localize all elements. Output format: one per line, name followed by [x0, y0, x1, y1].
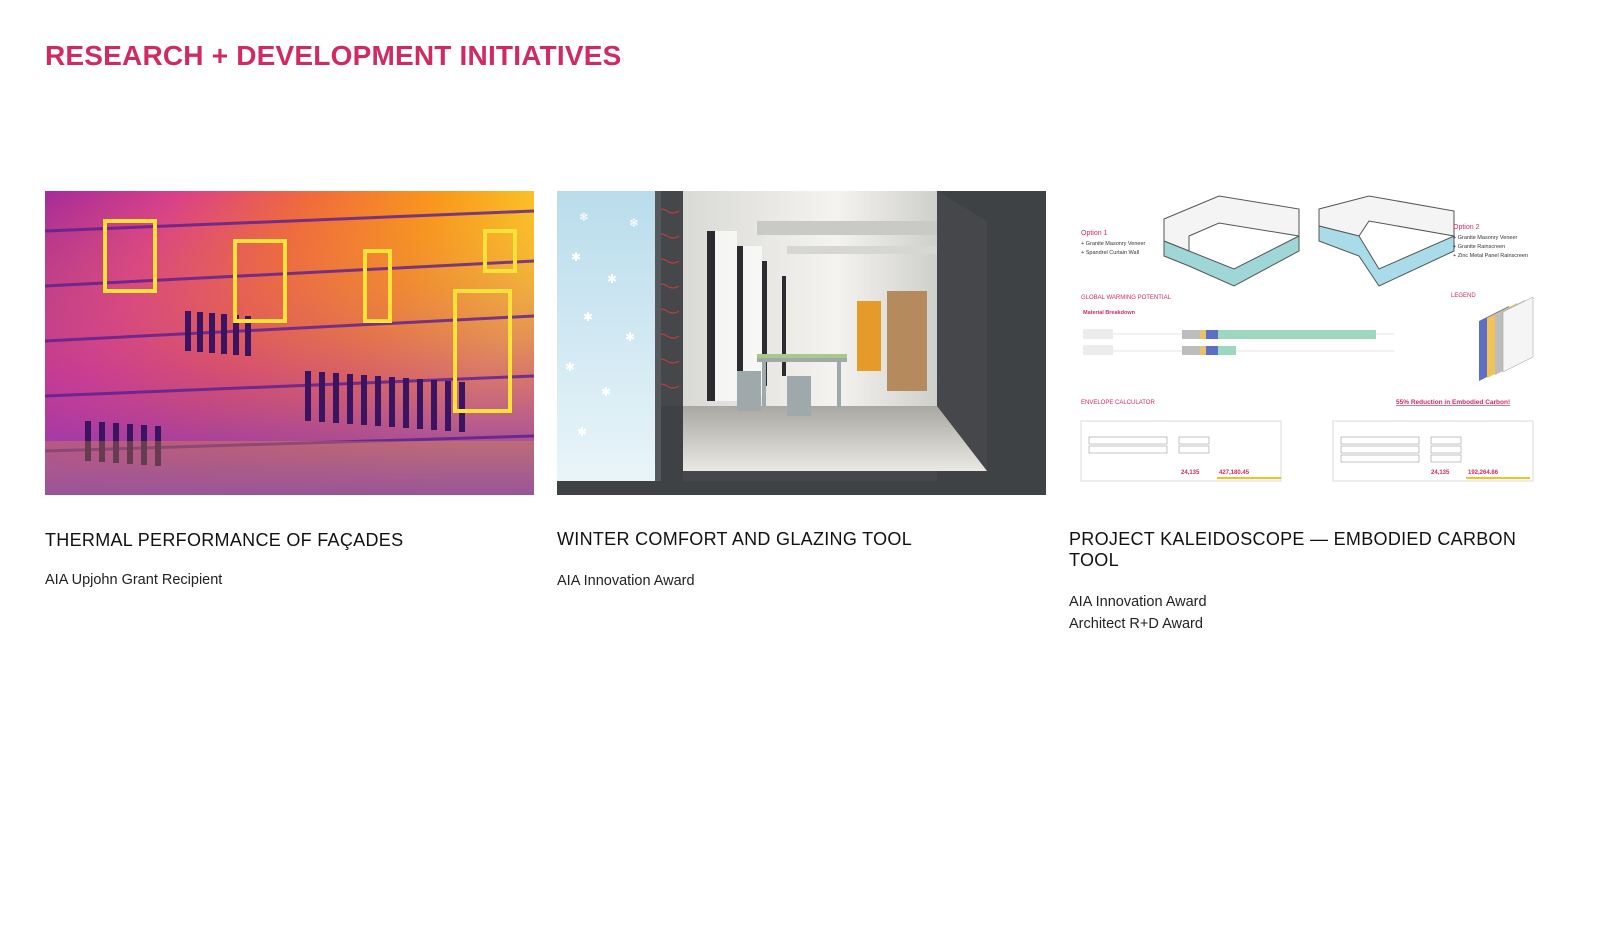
option1-item: + Granite Masonry Veneer [1081, 241, 1146, 247]
option1-total-sf: 24,135 [1181, 470, 1200, 476]
page-title: RESEARCH + DEVELOPMENT INITIATIVES [45, 40, 622, 71]
option2-item: + Granite Rainscreen [1453, 244, 1505, 250]
svg-text:✱: ✱ [625, 330, 635, 344]
embodied-carbon-tool-image[interactable]: Option 1 + Granite Masonry Veneer + Span… [1069, 191, 1558, 495]
option2-item: + Zinc Metal Panel Rainscreen [1453, 253, 1528, 259]
card-title[interactable]: THERMAL PERFORMANCE OF FAÇADES [45, 530, 534, 551]
award-item: AIA Innovation Award [1069, 594, 1207, 610]
reduction-note: 55% Reduction in Embodied Carbon! [1396, 399, 1510, 406]
thermal-facade-image[interactable] [45, 191, 534, 495]
carbon-tool-graphic: Option 1 + Granite Masonry Veneer + Span… [1069, 191, 1558, 495]
award-item: AIA Upjohn Grant Recipient [45, 572, 223, 588]
svg-text:✱: ✱ [565, 360, 575, 374]
svg-text:❄: ❄ [629, 216, 639, 230]
svg-text:✱: ✱ [601, 385, 611, 399]
award-list: AIA Innovation Award Architect R+D Award [1069, 591, 1558, 635]
award-item: Architect R+D Award [1069, 616, 1203, 632]
award-item: AIA Innovation Award [557, 573, 695, 589]
thermal-image-graphic [45, 191, 534, 495]
option1-total-gwp: 427,180.45 [1219, 470, 1250, 476]
gwp-heading: GLOBAL WARMING POTENTIAL [1081, 295, 1172, 301]
svg-text:✱: ✱ [577, 425, 587, 439]
material-breakdown-label: Material Breakdown [1083, 310, 1136, 316]
option1-heading: Option 1 [1081, 230, 1108, 237]
card-title[interactable]: PROJECT KALEIDOSCOPE — EMBODIED CARBON T… [1069, 529, 1558, 571]
card-thermal-facades[interactable]: THERMAL PERFORMANCE OF FAÇADES AIA Upjoh… [45, 191, 534, 591]
option1-item: + Spandrel Curtain Wall [1081, 250, 1139, 256]
award-list: AIA Innovation Award [557, 570, 1046, 592]
option2-total-sf: 24,135 [1431, 470, 1450, 476]
envelope-calculator-heading: ENVELOPE CALCULATOR [1081, 400, 1155, 406]
section-image-graphic: ❄ ❄ ✱ ✱ ✱ ✱ ✱ ✱ ✱ [557, 191, 1046, 495]
card-project-kaleidoscope[interactable]: Option 1 + Granite Masonry Veneer + Span… [1069, 191, 1558, 635]
award-list: AIA Upjohn Grant Recipient [45, 569, 534, 591]
svg-text:❄: ❄ [579, 210, 589, 224]
legend-heading: LEGEND [1451, 293, 1476, 299]
card-winter-comfort[interactable]: ❄ ❄ ✱ ✱ ✱ ✱ ✱ ✱ ✱ WINTER COMFORT AND GLA… [557, 191, 1046, 592]
svg-text:✱: ✱ [607, 272, 617, 286]
option2-heading: Option 2 [1453, 224, 1480, 231]
svg-text:✱: ✱ [583, 310, 593, 324]
card-title[interactable]: WINTER COMFORT AND GLAZING TOOL [557, 529, 1046, 550]
option2-total-gwp: 192,264.86 [1468, 470, 1499, 476]
svg-text:✱: ✱ [571, 250, 581, 264]
option2-item: + Granite Masonry Veneer [1453, 235, 1518, 241]
winter-comfort-section-image[interactable]: ❄ ❄ ✱ ✱ ✱ ✱ ✱ ✱ ✱ [557, 191, 1046, 495]
